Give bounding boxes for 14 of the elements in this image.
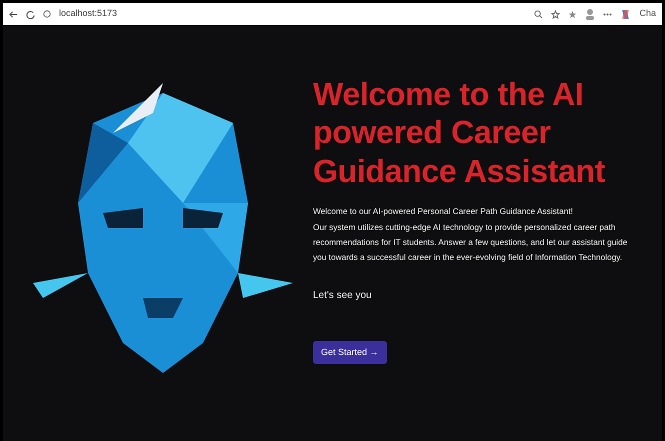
- hero-paragraph: Our system utilizes cutting-edge AI technology to provide personalized career path recommendations for IT students. Answer a few questions, and let our assistant guide you towards a successful career in the ever-evolving field of Information Technology.: [313, 220, 628, 264]
- address-bar-url[interactable]: localhost:5173: [59, 7, 118, 21]
- star-icon[interactable]: [551, 10, 560, 18]
- copilot-label[interactable]: Cha: [639, 7, 656, 21]
- back-icon[interactable]: [9, 10, 18, 18]
- profile-icon[interactable]: [585, 8, 596, 20]
- hero-paragraph: Welcome to our AI-powered Personal Career Path Guidance Assistant!: [313, 205, 574, 218]
- zoom-icon[interactable]: [534, 10, 544, 18]
- reload-icon[interactable]: [26, 10, 35, 18]
- hero-subheading: Let's see you: [313, 288, 373, 303]
- hero-heading: Welcome to the AI powered Career Guidance Assistant: [313, 75, 606, 190]
- get-started-button[interactable]: Get Started →: [313, 340, 387, 364]
- favorites-icon[interactable]: [568, 10, 578, 18]
- more-icon[interactable]: [603, 12, 612, 16]
